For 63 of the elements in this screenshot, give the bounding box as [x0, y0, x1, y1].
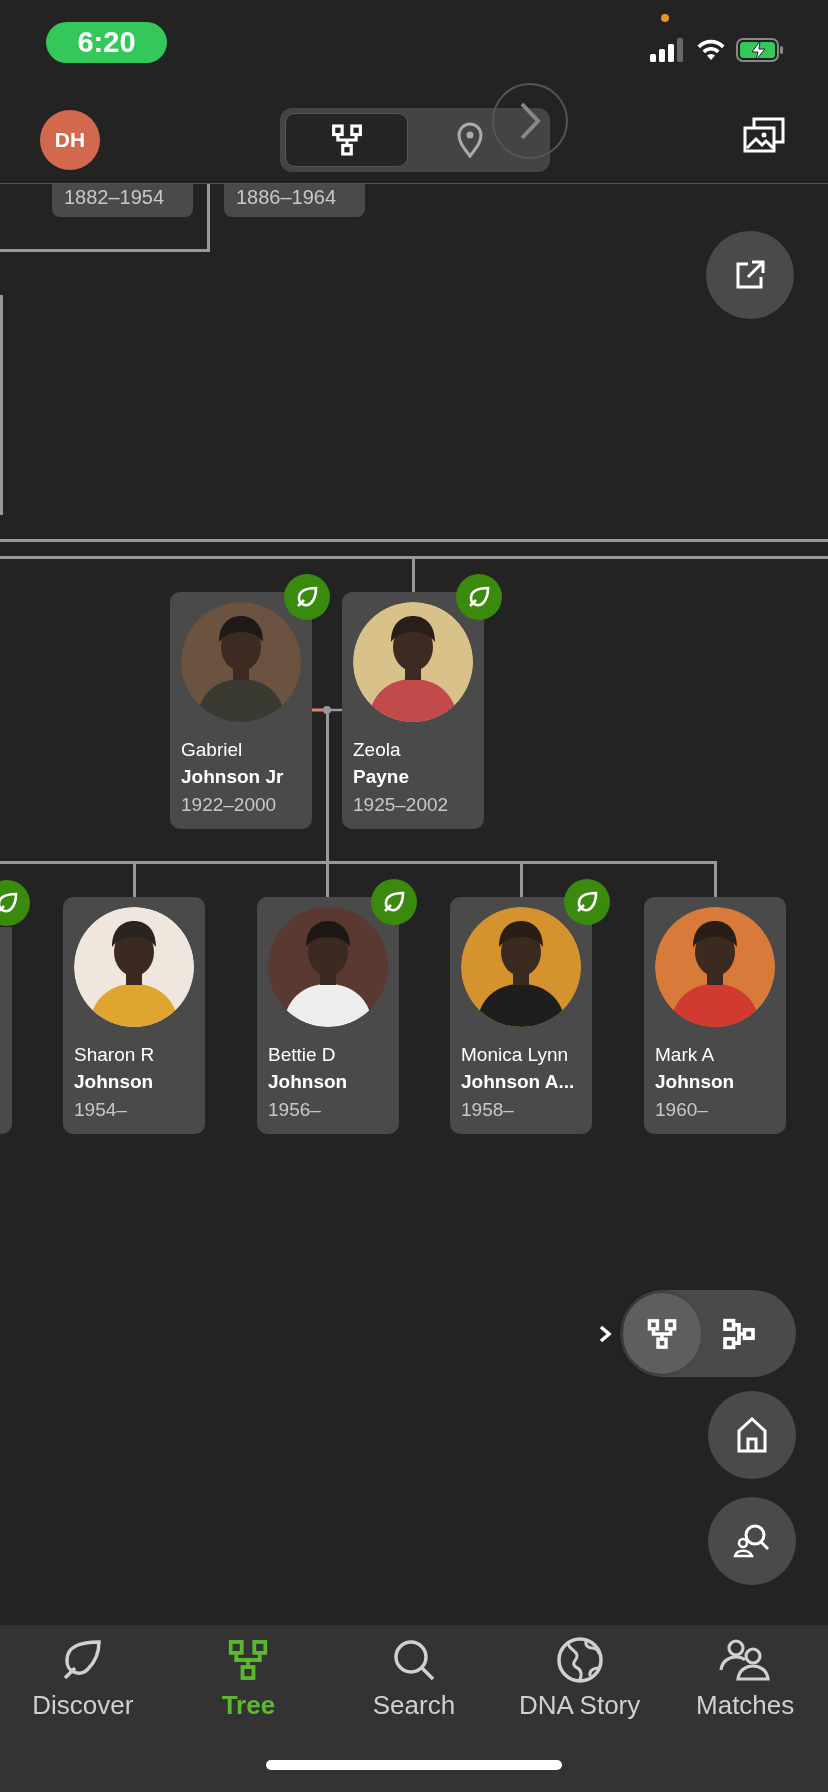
person-card[interactable]: Sharon R Johnson 1954–	[63, 897, 205, 1134]
search-icon	[392, 1638, 436, 1682]
first-name: Mark A	[655, 1043, 716, 1067]
life-years: 1886–1964	[236, 185, 338, 209]
tab[interactable]: DNA Story	[496, 1635, 663, 1721]
globe-icon	[555, 1636, 604, 1684]
person-card[interactable]: 1882–1954	[52, 184, 193, 217]
life-years: 1954–	[74, 1098, 128, 1122]
last-name: Johnson Jr	[181, 765, 285, 789]
tree-view-tab[interactable]	[285, 113, 408, 167]
leaf-icon	[382, 890, 406, 914]
person-card[interactable]: Mark A Johnson 1960–	[644, 897, 786, 1134]
battery-icon	[736, 38, 784, 62]
person-card[interactable]: Zeola Payne 1925–2002	[342, 592, 484, 829]
external-link-icon	[734, 259, 766, 291]
wifi-icon	[696, 39, 726, 61]
next-button[interactable]	[492, 83, 568, 159]
person-card[interactable]: Monica Lynn Johnson A... 1958–	[450, 897, 592, 1134]
last-name: Payne	[353, 765, 410, 789]
tab[interactable]: Discover	[0, 1635, 166, 1721]
life-years: 1922–2000	[181, 793, 278, 817]
leaf-icon	[575, 890, 599, 914]
hint-badge[interactable]	[284, 574, 330, 620]
horizontal-tree-icon	[721, 1316, 758, 1351]
person-card[interactable]: Gabriel Johnson Jr 1922–2000	[170, 592, 312, 829]
avatar[interactable]: DH	[40, 110, 100, 170]
tab[interactable]: Matches	[662, 1635, 828, 1721]
first-name: Gabriel	[181, 738, 244, 762]
hint-badge[interactable]	[564, 879, 610, 925]
life-years: 1925–2002	[353, 793, 450, 817]
person-card[interactable]: 1886–1964	[224, 184, 365, 217]
life-years: 1960–	[655, 1098, 709, 1122]
chevron-right-icon	[518, 101, 542, 141]
first-name: Monica Lynn	[461, 1043, 570, 1067]
people-icon	[718, 1638, 773, 1682]
gallery-icon[interactable]	[743, 117, 785, 153]
time-pill: 6:20	[46, 22, 167, 63]
life-years: 1956–	[268, 1098, 322, 1122]
life-years: 1958–	[461, 1098, 515, 1122]
chevron-right-icon[interactable]	[598, 1324, 612, 1344]
tree-icon	[645, 1316, 678, 1351]
last-name: Johnson	[74, 1070, 155, 1094]
location-pin-icon	[455, 122, 484, 158]
vertical-layout-button[interactable]	[623, 1293, 701, 1374]
tree-icon	[329, 122, 364, 158]
last-name: Johnson	[655, 1070, 736, 1094]
person-card[interactable]: Bettie D Johnson 1956–	[257, 897, 399, 1134]
home-icon	[737, 1417, 767, 1453]
tab[interactable]: Search	[331, 1635, 497, 1721]
first-name: Bettie D	[268, 1043, 337, 1067]
life-years: 1882–1954	[64, 185, 166, 209]
leaf-icon	[467, 585, 491, 609]
first-name: Sharon R	[74, 1043, 156, 1067]
last-name: Johnson	[268, 1070, 349, 1094]
tab[interactable]: Tree	[165, 1635, 332, 1721]
hint-badge[interactable]	[456, 574, 502, 620]
person-search-icon	[733, 1523, 771, 1559]
first-name: Zeola	[353, 738, 402, 762]
leaf-icon	[0, 891, 19, 915]
hint-badge[interactable]	[371, 879, 417, 925]
signal-icon	[650, 38, 686, 62]
leaf-icon	[295, 585, 319, 609]
last-name: Johnson A...	[461, 1070, 576, 1094]
